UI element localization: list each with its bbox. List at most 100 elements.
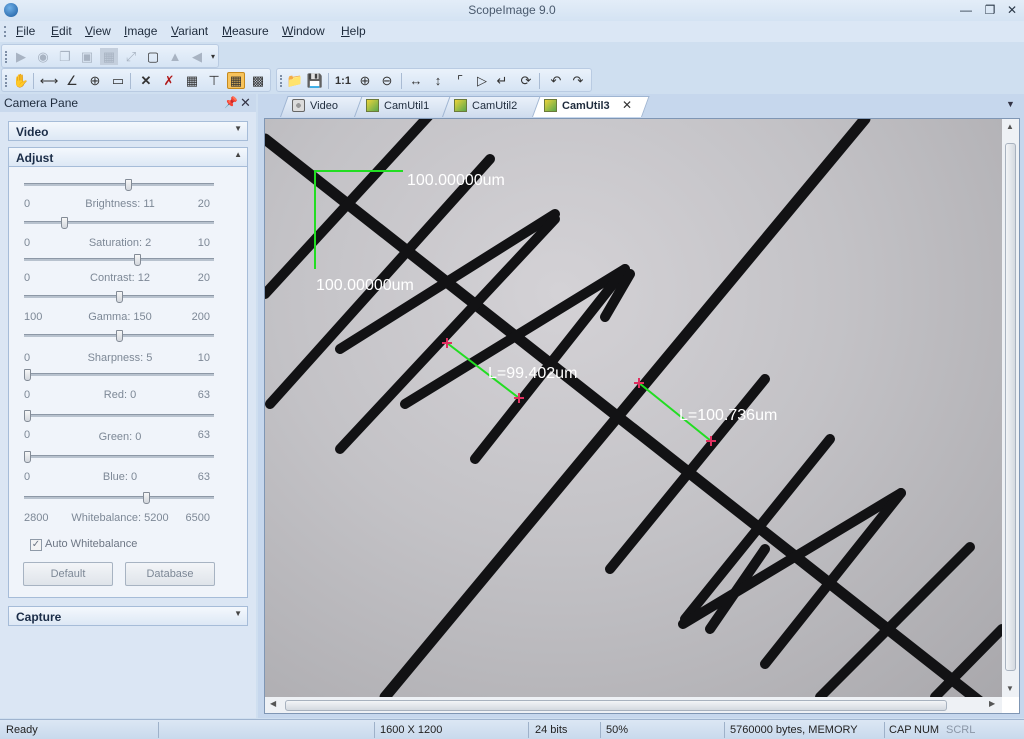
fit-width-icon[interactable]: ↔ [407, 72, 425, 89]
green-slider[interactable] [24, 410, 214, 422]
open-folder-icon[interactable]: 📁 [286, 72, 304, 89]
calibration-icon[interactable]: ▦ [227, 72, 245, 89]
crop-icon[interactable]: ⌜ [451, 72, 469, 89]
blue-slider[interactable] [24, 451, 214, 463]
slider-thumb[interactable] [134, 254, 141, 266]
camera-toolbar: ▶ ◉ ❐ ▣ ▦ ⤢ ▢ ▲ ◀ ▾ [1, 44, 219, 68]
close-tab-icon[interactable]: ✕ [622, 98, 632, 112]
tab-list-dropdown-icon[interactable]: ▼ [1006, 99, 1015, 109]
tab-camutil1[interactable]: CamUtil1 [354, 96, 452, 117]
default-button[interactable]: Default [23, 562, 113, 586]
flip-horizontal-icon[interactable]: ▷ [473, 72, 491, 89]
zoom-out-icon[interactable]: ⊖ [378, 72, 396, 89]
actual-size-icon[interactable]: 1:1 [334, 72, 352, 89]
brightness-slider[interactable] [24, 179, 214, 191]
menu-file[interactable]: File [16, 24, 35, 38]
redo-icon[interactable]: ↷ [569, 72, 587, 89]
tab-camutil2[interactable]: CamUtil2 [442, 96, 542, 117]
menu-grip[interactable] [4, 26, 6, 37]
status-num: NUM [914, 724, 940, 736]
scroll-up-icon[interactable]: ▲ [1006, 122, 1014, 131]
mirror-icon[interactable]: ◀ [188, 48, 206, 65]
hand-icon[interactable]: ✋ [12, 72, 30, 89]
slider-thumb[interactable] [24, 451, 31, 463]
contrast-slider[interactable] [24, 254, 214, 266]
save-icon[interactable]: 💾 [306, 72, 324, 89]
minimize-button[interactable]: — [956, 2, 976, 18]
restore-button[interactable]: ❐ [980, 2, 1000, 18]
slider-thumb[interactable] [125, 179, 132, 191]
menu-image[interactable]: Image [124, 24, 157, 38]
close-pane-icon[interactable]: ✕ [240, 95, 251, 111]
close-window-button[interactable]: ✕ [1002, 2, 1022, 18]
line-tool-icon[interactable]: ⟷ [40, 72, 59, 89]
zoom-in-icon[interactable]: ⊕ [356, 72, 374, 89]
menu-help[interactable]: Help [341, 24, 366, 38]
vertical-scroll-thumb[interactable] [1005, 143, 1016, 671]
toolbar-grip [5, 51, 7, 63]
measurement-label-1: L=99.402um [488, 365, 577, 382]
menu-edit[interactable]: Edit [51, 24, 72, 38]
saturation-slider[interactable] [24, 217, 214, 229]
scroll-right-icon[interactable]: ▶ [989, 699, 995, 708]
menu-measure[interactable]: Measure [222, 24, 269, 38]
tab-video[interactable]: Video [280, 96, 370, 117]
scroll-left-icon[interactable]: ◀ [270, 699, 276, 708]
menu-window[interactable]: Window [282, 24, 325, 38]
slider-thumb[interactable] [116, 330, 123, 342]
delete-icon[interactable]: ✕ [137, 72, 155, 89]
color-grid-icon[interactable]: ▩ [249, 72, 267, 89]
sharpness-slider[interactable] [24, 330, 214, 342]
red-slider[interactable] [24, 369, 214, 381]
scale-bar-icon[interactable]: ⊤ [205, 72, 223, 89]
scale-label-x: 100.00000um [407, 172, 505, 189]
scale-tick [678, 488, 906, 629]
menu-variant[interactable]: Variant [171, 24, 208, 38]
undo-icon[interactable]: ↶ [547, 72, 565, 89]
green-max: 63 [197, 429, 210, 441]
angle-tool-icon[interactable]: ∠ [63, 72, 81, 89]
toolbar-separator [130, 73, 131, 89]
flip-icon[interactable]: ▲ [166, 48, 184, 65]
capture-section-header[interactable]: Capture ▼ [8, 606, 248, 626]
slider-thumb[interactable] [143, 492, 150, 504]
rotate-icon[interactable]: ⟳ [517, 72, 535, 89]
play-icon[interactable]: ▶ [12, 48, 30, 65]
gamma-slider[interactable] [24, 291, 214, 303]
fullscreen-icon[interactable]: ⤢ [122, 48, 140, 65]
pin-icon[interactable]: 📌 [224, 96, 238, 109]
monitor-icon[interactable]: ▢ [144, 48, 162, 65]
toolbar-grip [280, 75, 282, 87]
rectangle-tool-icon[interactable]: ▭ [109, 72, 127, 89]
slider-thumb[interactable] [61, 217, 68, 229]
horizontal-scrollbar[interactable]: ◀ ▶ [265, 697, 1002, 713]
status-divider [600, 722, 601, 738]
toolbar-overflow-icon[interactable]: ▾ [208, 48, 218, 65]
video-section-header[interactable]: Video ▼ [8, 121, 248, 141]
measure-table-icon[interactable]: ▦ [183, 72, 201, 89]
flip-vertical-icon[interactable]: ↵ [493, 72, 511, 89]
chevron-down-icon: ▼ [234, 124, 242, 133]
slider-thumb[interactable] [116, 291, 123, 303]
record-icon[interactable]: ▣ [78, 48, 96, 65]
slider-thumb[interactable] [24, 410, 31, 422]
horizontal-scroll-thumb[interactable] [285, 700, 947, 711]
grid-icon[interactable]: ▦ [100, 48, 118, 65]
green-min: 0 [24, 429, 31, 441]
circle-tool-icon[interactable]: ⊕ [86, 72, 104, 89]
delete-all-icon[interactable]: ✗ [160, 72, 178, 89]
capture-section-label: Capture [16, 610, 62, 624]
scroll-down-icon[interactable]: ▼ [1006, 684, 1014, 693]
snapshot-icon[interactable]: ◉ [34, 48, 52, 65]
database-button[interactable]: Database [125, 562, 215, 586]
auto-whitebalance-checkbox[interactable]: ✓ [30, 539, 42, 551]
microscope-image[interactable]: 100.00000um 100.00000um L=99.402um L=100… [265, 119, 1002, 697]
whitebalance-slider[interactable] [24, 492, 214, 504]
slider-thumb[interactable] [24, 369, 31, 381]
menu-view[interactable]: View [85, 24, 111, 38]
chevron-up-icon: ▲ [234, 150, 242, 159]
fit-height-icon[interactable]: ↕ [429, 72, 447, 89]
vertical-scrollbar[interactable]: ▲ ▼ [1002, 119, 1019, 697]
adjust-section-header[interactable]: Adjust ▲ [8, 147, 248, 167]
copy-frame-icon[interactable]: ❐ [56, 48, 74, 65]
